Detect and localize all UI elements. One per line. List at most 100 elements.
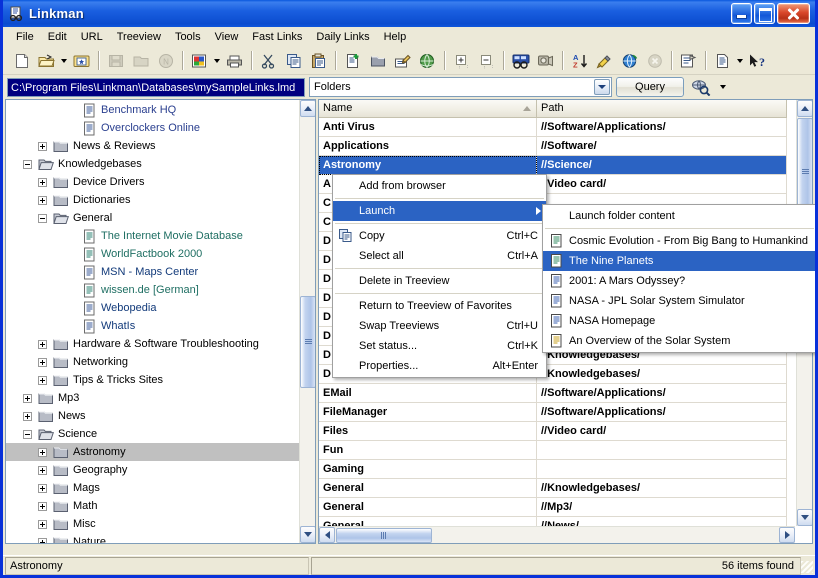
tree-item-mags[interactable]: Mags	[6, 479, 299, 497]
expand-plus-icon[interactable]	[38, 141, 47, 151]
expand-plus-icon[interactable]	[38, 483, 47, 493]
tree-item-science[interactable]: Science	[6, 425, 299, 443]
tree-item-math[interactable]: Math	[6, 497, 299, 515]
close-button[interactable]	[777, 3, 810, 24]
tree-item-astronomy[interactable]: Astronomy	[6, 443, 299, 461]
find-duplicates-icon[interactable]	[508, 49, 533, 73]
submenu-item-the-nine-planets[interactable]: The Nine Planets	[543, 251, 815, 271]
tree-item-overclockers-online[interactable]: Overclockers Online	[6, 119, 299, 137]
view-mode-select[interactable]: Folders	[309, 77, 612, 97]
copy-icon[interactable]	[281, 49, 306, 73]
tree-item-misc[interactable]: Misc	[6, 515, 299, 533]
sort-az-icon[interactable]: AZ	[567, 49, 592, 73]
query-button[interactable]: Query	[616, 77, 684, 97]
new-link-icon[interactable]	[340, 49, 365, 73]
print-icon[interactable]	[222, 49, 247, 73]
scroll-thumb-horizontal[interactable]	[336, 527, 432, 543]
tree-item-benchmark-hq[interactable]: Benchmark HQ	[6, 101, 299, 119]
tree-item-webopedia[interactable]: Webopedia	[6, 299, 299, 317]
chevron-down-icon[interactable]	[212, 49, 222, 73]
tree-item-tips-tricks-sites[interactable]: Tips & Tricks Sites	[6, 371, 299, 389]
listview-horizontal-scrollbar[interactable]	[319, 526, 795, 543]
find-globe-icon[interactable]	[688, 76, 714, 98]
menu-help[interactable]: Help	[377, 29, 414, 45]
context-menu-item-swap-treeviews[interactable]: Swap Treeviews Ctrl+U	[333, 316, 546, 336]
collapse-minus-icon[interactable]	[23, 159, 32, 169]
table-row[interactable]: General//Knowledgebases/	[319, 479, 795, 498]
scroll-left-button[interactable]	[319, 527, 335, 543]
submenu-item-nasa-jpl-solar-system-simulator[interactable]: NASA - JPL Solar System Simulator	[543, 291, 815, 311]
table-row[interactable]: General//News/	[319, 517, 795, 526]
chevron-down-icon[interactable]	[59, 49, 69, 73]
find-dropdown-arrow[interactable]	[718, 75, 728, 99]
help-pointer-icon[interactable]: ?	[745, 49, 770, 73]
collapse-all-icon[interactable]	[474, 49, 499, 73]
context-menu-item-select-all[interactable]: Select all Ctrl+A	[333, 246, 546, 266]
expand-plus-icon[interactable]	[38, 447, 47, 457]
table-row[interactable]: FileManager//Software/Applications/	[319, 403, 795, 422]
expand-all-icon[interactable]	[449, 49, 474, 73]
maximize-button[interactable]	[754, 3, 775, 24]
tree-item-the-internet-movie-database[interactable]: The Internet Movie Database	[6, 227, 299, 245]
tree-item-dictionaries[interactable]: Dictionaries	[6, 191, 299, 209]
menu-daily-links[interactable]: Daily Links	[309, 29, 376, 45]
check-links-icon[interactable]	[533, 49, 558, 73]
context-menu-item-add-from-browser[interactable]: Add from browser	[333, 176, 546, 196]
import-icon[interactable]	[187, 49, 212, 73]
column-header-path[interactable]: Path	[537, 100, 787, 118]
database-path-field[interactable]: C:\Program Files\Linkman\Databases\mySam…	[7, 77, 305, 97]
title-bar[interactable]: Linkman	[3, 0, 815, 27]
table-row[interactable]: Applications//Software/	[319, 137, 795, 156]
tree-item-msn-maps-center[interactable]: MSN - Maps Center	[6, 263, 299, 281]
context-menu-item-launch[interactable]: Launch	[333, 201, 546, 221]
tree-item-hardware-software-troubleshooting[interactable]: Hardware & Software Troubleshooting	[6, 335, 299, 353]
expand-plus-icon[interactable]	[38, 519, 47, 529]
expand-plus-icon[interactable]	[38, 537, 47, 543]
expand-plus-icon[interactable]	[38, 357, 47, 367]
properties-icon[interactable]	[676, 49, 701, 73]
scroll-up-button[interactable]	[300, 100, 315, 117]
expand-plus-icon[interactable]	[23, 411, 32, 421]
tree-item-general[interactable]: General	[6, 209, 299, 227]
expand-plus-icon[interactable]	[38, 465, 47, 475]
submenu-item-an-overview-of-the-solar-system[interactable]: An Overview of the Solar System	[543, 331, 815, 351]
table-row[interactable]: Astronomy//Science/	[319, 156, 795, 175]
chevron-down-icon[interactable]	[735, 49, 745, 73]
submenu-item-launch-folder-content[interactable]: Launch folder content	[543, 206, 815, 226]
tree-item-geography[interactable]: Geography	[6, 461, 299, 479]
tree-item-news-reviews[interactable]: News & Reviews	[6, 137, 299, 155]
expand-plus-icon[interactable]	[38, 339, 47, 349]
open-folder-icon[interactable]	[34, 49, 59, 73]
table-row[interactable]: Gaming	[319, 460, 795, 479]
new-document-icon[interactable]	[9, 49, 34, 73]
table-row[interactable]: EMail//Software/Applications/	[319, 384, 795, 403]
expand-plus-icon[interactable]	[23, 393, 32, 403]
context-menu-item-set-status[interactable]: Set status... Ctrl+K	[333, 336, 546, 356]
scroll-thumb[interactable]	[300, 296, 315, 388]
context-menu-item-delete-in-treeview[interactable]: Delete in Treeview	[333, 271, 546, 291]
filter-icon[interactable]	[592, 49, 617, 73]
table-row[interactable]: Files//Video card/	[319, 422, 795, 441]
collapse-minus-icon[interactable]	[23, 429, 32, 439]
treeview[interactable]: Benchmark HQ Overclockers Online News & Re…	[6, 100, 299, 543]
launch-submenu[interactable]: Launch folder content Cosmic Evolution - …	[542, 204, 815, 353]
resize-grip[interactable]	[801, 561, 813, 573]
new-folder-star-icon[interactable]	[69, 49, 94, 73]
scroll-right-button[interactable]	[779, 527, 795, 543]
tree-item-device-drivers[interactable]: Device Drivers	[6, 173, 299, 191]
scroll-down-button[interactable]	[300, 526, 315, 543]
context-menu-item-properties[interactable]: Properties... Alt+Enter	[333, 356, 546, 376]
tree-item-knowledgebases[interactable]: Knowledgebases	[6, 155, 299, 173]
scroll-up-button[interactable]	[797, 100, 812, 117]
submenu-item-2001-a-mars-odyssey[interactable]: 2001: A Mars Odyssey?	[543, 271, 815, 291]
menu-edit[interactable]: Edit	[41, 29, 74, 45]
tree-item-nature[interactable]: Nature	[6, 533, 299, 543]
menu-url[interactable]: URL	[74, 29, 110, 45]
expand-plus-icon[interactable]	[38, 375, 47, 385]
menu-fast-links[interactable]: Fast Links	[245, 29, 309, 45]
submenu-item-nasa-homepage[interactable]: NASA Homepage	[543, 311, 815, 331]
table-row[interactable]: Fun	[319, 441, 795, 460]
menu-treeview[interactable]: Treeview	[110, 29, 168, 45]
browse-globe-icon[interactable]	[415, 49, 440, 73]
context-menu-item-return-to-treeview-of-favorites[interactable]: Return to Treeview of Favorites	[333, 296, 546, 316]
